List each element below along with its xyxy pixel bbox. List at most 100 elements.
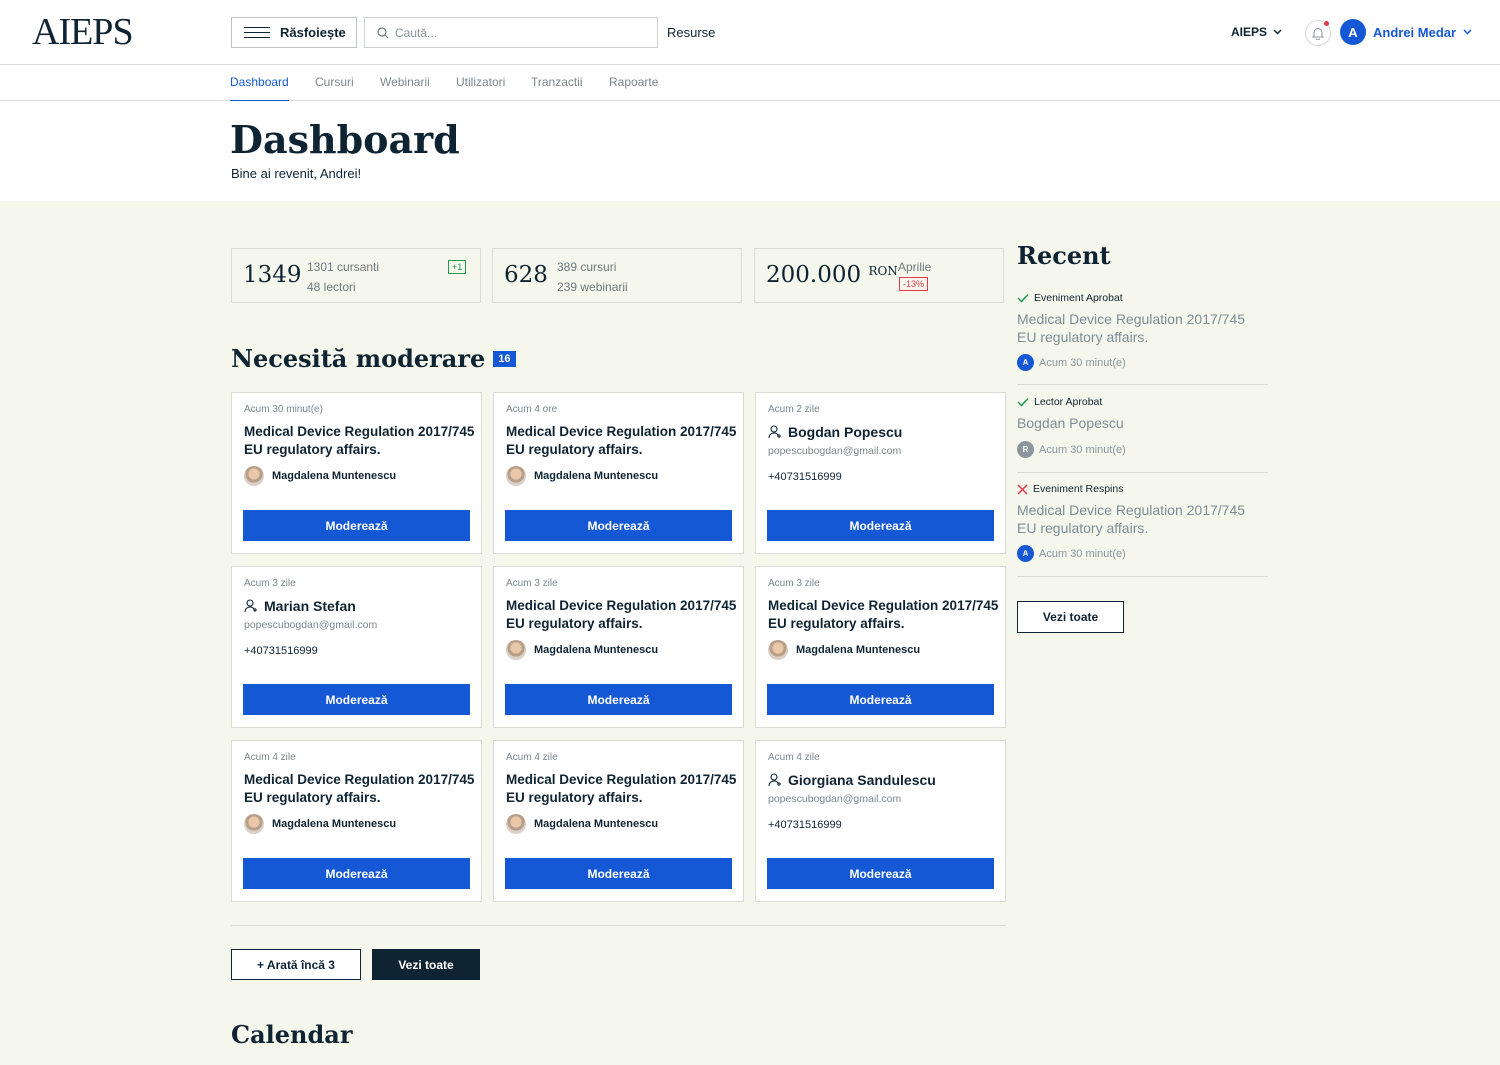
card-title[interactable]: Medical Device Regulation 2017/745 EU re… <box>768 597 1000 633</box>
moderate-button[interactable]: Moderează <box>243 858 470 889</box>
stat-value: 200.000 RON <box>766 262 898 288</box>
moderation-card: Acum 3 zile Marian Stefan popescubogdan@… <box>231 566 482 728</box>
card-title[interactable]: Medical Device Regulation 2017/745 EU re… <box>244 771 476 807</box>
stat-period: Aprilie <box>898 260 932 274</box>
show-more-button[interactable]: + Arată încă 3 <box>231 949 361 980</box>
card-person[interactable]: Marian Stefan <box>244 598 356 614</box>
card-author: Magdalena Muntenescu <box>244 814 396 834</box>
card-time: Acum 30 minut(e) <box>244 404 323 415</box>
tab-dashboard[interactable]: Dashboard <box>230 75 289 102</box>
card-person[interactable]: Giorgiana Sandulescu <box>768 772 936 788</box>
moderation-card: Acum 2 zile Bogdan Popescu popescubogdan… <box>755 392 1006 554</box>
moderate-button[interactable]: Moderează <box>505 858 732 889</box>
user-name: Andrei Medar <box>1373 24 1457 40</box>
recent-meta: A Acum 30 minut(e) <box>1017 354 1126 371</box>
card-title[interactable]: Medical Device Regulation 2017/745 EU re… <box>506 771 738 807</box>
tab-utilizatori[interactable]: Utilizatori <box>456 75 505 89</box>
resources-link[interactable]: Resurse <box>667 25 715 40</box>
search-box[interactable] <box>364 17 658 48</box>
card-title[interactable]: Medical Device Regulation 2017/745 EU re… <box>506 597 738 633</box>
org-switcher[interactable]: AIEPS <box>1231 25 1282 39</box>
user-avatar: A <box>1340 19 1366 45</box>
moderate-button[interactable]: Moderează <box>505 510 732 541</box>
section-divider <box>231 925 1006 926</box>
recent-meta: A Acum 30 minut(e) <box>1017 545 1126 562</box>
tab-cursuri[interactable]: Cursuri <box>315 75 354 89</box>
card-time: Acum 4 ore <box>506 404 558 415</box>
stat-value: 628 <box>504 262 548 288</box>
author-name: Magdalena Muntenescu <box>272 818 397 830</box>
moderate-button[interactable]: Moderează <box>243 510 470 541</box>
author-avatar <box>506 814 526 834</box>
moderation-card: Acum 3 zile Medical Device Regulation 20… <box>493 566 744 728</box>
person-name: Marian Stefan <box>264 598 356 614</box>
moderate-button[interactable]: Moderează <box>767 858 994 889</box>
notification-dot <box>1324 21 1329 26</box>
tab-tranzactii[interactable]: Tranzactii <box>531 75 583 89</box>
user-add-icon <box>768 773 781 787</box>
notifications-button[interactable] <box>1305 20 1331 46</box>
moderation-card: Acum 30 minut(e) Medical Device Regulati… <box>231 392 482 554</box>
recent-item-title[interactable]: Medical Device Regulation 2017/745 EU re… <box>1017 310 1267 346</box>
stat-line: 48 lectori <box>307 280 356 294</box>
card-time: Acum 3 zile <box>506 578 558 589</box>
card-author: Magdalena Muntenescu <box>506 814 658 834</box>
stat-users: 1349 1301 cursanti 48 lectori +1 <box>231 248 481 303</box>
recent-status-label: Lector Aprobat <box>1034 396 1103 408</box>
moderate-button[interactable]: Moderează <box>767 510 994 541</box>
stat-revenue: 200.000 RON Aprilie -13% <box>754 248 1004 303</box>
tab-webinarii[interactable]: Webinarii <box>380 75 430 89</box>
check-icon <box>1017 397 1029 407</box>
browse-label: Răsfoiește <box>280 25 346 40</box>
recent-item-title[interactable]: Bogdan Popescu <box>1017 414 1267 432</box>
see-all-moderation-button[interactable]: Vezi toate <box>372 949 480 980</box>
stat-change-badge: +1 <box>448 260 467 274</box>
main-tabs: Dashboard Cursuri Webinarii Utilizatori … <box>0 65 1500 102</box>
stat-courses: 628 389 cursuri 239 webinarii <box>492 248 742 303</box>
card-title[interactable]: Medical Device Regulation 2017/745 EU re… <box>244 423 476 459</box>
recent-time: Acum 30 minut(e) <box>1039 443 1126 456</box>
recent-status: Eveniment Aprobat <box>1017 292 1123 304</box>
recent-avatar: R <box>1017 441 1034 458</box>
see-all-recent-button[interactable]: Vezi toate <box>1017 601 1124 633</box>
stat-value-number: 200.000 <box>766 262 862 288</box>
recent-status: Lector Aprobat <box>1017 396 1102 408</box>
bell-icon <box>1312 27 1324 40</box>
card-time: Acum 4 zile <box>768 752 820 763</box>
page-header: Dashboard Bine ai revenit, Andrei! <box>0 101 1500 201</box>
author-avatar <box>244 466 264 486</box>
moderation-card: Acum 4 zile Medical Device Regulation 20… <box>231 740 482 902</box>
card-time: Acum 4 zile <box>506 752 558 763</box>
user-add-icon <box>768 425 781 439</box>
user-menu[interactable]: A Andrei Medar <box>1340 19 1472 45</box>
search-input[interactable] <box>395 25 635 40</box>
stat-change-badge: -13% <box>899 277 929 291</box>
card-person[interactable]: Bogdan Popescu <box>768 424 902 440</box>
moderation-card: Acum 3 zile Medical Device Regulation 20… <box>755 566 1006 728</box>
card-title[interactable]: Medical Device Regulation 2017/745 EU re… <box>506 423 738 459</box>
recent-item[interactable]: Lector Aprobat Bogdan Popescu R Acum 30 … <box>1017 396 1268 473</box>
moderate-button[interactable]: Moderează <box>767 684 994 715</box>
moderate-button[interactable]: Moderează <box>243 684 470 715</box>
moderate-button[interactable]: Moderează <box>505 684 732 715</box>
card-time: Acum 4 zile <box>244 752 296 763</box>
calendar-title: Calendar <box>231 1020 353 1049</box>
recent-item[interactable]: Eveniment Aprobat Medical Device Regulat… <box>1017 292 1268 385</box>
user-add-icon <box>244 599 257 613</box>
tab-rapoarte[interactable]: Rapoarte <box>609 75 658 89</box>
aieps-logo[interactable]: AIEPS <box>32 10 134 54</box>
recent-title: Recent <box>1017 241 1111 270</box>
chevron-down-icon <box>1273 29 1282 35</box>
recent-item-title[interactable]: Medical Device Regulation 2017/745 EU re… <box>1017 501 1267 537</box>
browse-button[interactable]: Răsfoiește <box>231 17 357 48</box>
person-email: popescubogdan@gmail.com <box>244 619 378 631</box>
card-time: Acum 2 zile <box>768 404 820 415</box>
author-name: Magdalena Muntenescu <box>534 644 659 656</box>
org-label: AIEPS <box>1231 25 1268 39</box>
recent-item[interactable]: Eveniment Respins Medical Device Regulat… <box>1017 483 1268 577</box>
recent-status: Eveniment Respins <box>1017 483 1123 495</box>
moderation-title: Necesită moderare 16 <box>231 344 516 373</box>
person-email: popescubogdan@gmail.com <box>768 445 902 457</box>
person-email: popescubogdan@gmail.com <box>768 793 902 805</box>
top-bar: AIEPS Răsfoiește Resurse AIEPS A Andrei … <box>0 0 1500 65</box>
